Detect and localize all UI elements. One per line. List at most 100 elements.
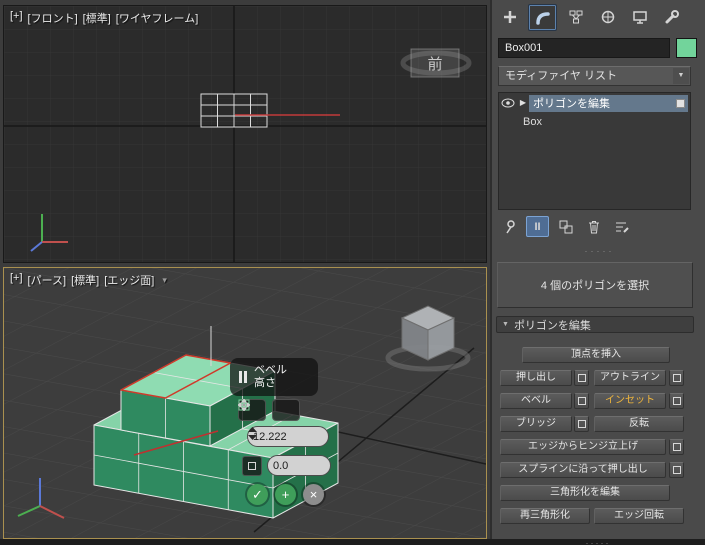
vp-menu-style[interactable]: [標準] (71, 272, 99, 288)
bottom-splitter-grip[interactable]: ····· (578, 538, 618, 545)
stack-expand-icon[interactable]: ▶ (517, 98, 529, 107)
caddy-apply-button[interactable]: + (275, 484, 296, 505)
hinge-settings-button[interactable] (669, 439, 684, 455)
rollout-collapse-icon[interactable]: ▼ (502, 321, 509, 328)
settings-box-icon (577, 374, 586, 382)
retriangulate-button[interactable]: 再三角形化 (500, 508, 590, 524)
tab-display[interactable] (626, 4, 653, 29)
tab-motion[interactable] (594, 4, 621, 29)
vp-menu-general[interactable]: [+] (10, 10, 23, 26)
visibility-eye-icon[interactable] (499, 96, 517, 110)
settings-box-icon (672, 466, 681, 474)
viewport-menu-flag-icon[interactable]: ▾ (162, 275, 167, 286)
object-name-field[interactable]: Box001 (498, 38, 670, 58)
caddy-actions: ✓ + × (247, 484, 324, 505)
settings-box-icon (672, 397, 681, 405)
extrude-spline-settings-button[interactable] (669, 462, 684, 478)
front-grid-lines (4, 6, 486, 262)
caddy-mode-buttons (238, 399, 300, 421)
outline-spinner[interactable]: 0.0 (267, 455, 331, 476)
modify-icon (535, 11, 550, 25)
inset-button[interactable]: インセット (594, 393, 666, 409)
settings-box-icon (577, 397, 586, 405)
rollout-edit-polygons[interactable]: ▼ ポリゴンを編集 (496, 316, 694, 333)
settings-box-icon (672, 443, 681, 451)
bevel-button[interactable]: ベベル (500, 393, 572, 409)
inset-settings-button[interactable] (669, 393, 684, 409)
panel-splitter-grip[interactable]: ····· (492, 246, 705, 256)
outline-button[interactable]: アウトライン (594, 370, 666, 386)
settings-box-icon (672, 374, 681, 382)
extrude-along-spline-button[interactable]: スプラインに沿って押し出し (500, 462, 666, 478)
modifier-toggle-square[interactable] (676, 98, 685, 108)
make-unique-button[interactable] (554, 216, 577, 237)
vp-menu-shading[interactable]: [エッジ面] (104, 272, 154, 288)
extrude-button[interactable]: 押し出し (500, 370, 572, 386)
bevel-caddy-title: ベベル 高さ (230, 358, 318, 396)
trash-icon (588, 220, 599, 233)
modifier-list-label: モディファイヤ リスト (505, 70, 617, 82)
make-unique-icon (559, 220, 572, 233)
caddy-param-name: 高さ (254, 377, 276, 389)
height-value[interactable]: 12.222 (253, 431, 287, 443)
configure-sets-icon (615, 222, 629, 233)
chevron-down-icon[interactable]: ▼ (673, 68, 689, 84)
caddy-cancel-button[interactable]: × (303, 484, 324, 505)
selection-status-panel: 4 個のポリゴンを選択 (497, 262, 693, 308)
bridge-button[interactable]: ブリッジ (500, 416, 572, 432)
configure-modifier-sets-button[interactable] (610, 216, 633, 237)
outline-value[interactable]: 0.0 (273, 460, 288, 472)
caddy-tool-name: ベベル (254, 364, 287, 376)
pin-icon (505, 219, 515, 233)
viewport-front[interactable]: 前 [+] [フロント] [標準] [ワイヤフレーム] (3, 5, 487, 263)
turn-edge-button[interactable]: エッジ回転 (594, 508, 684, 524)
stack-item-label[interactable]: ポリゴンを編集 (533, 95, 610, 111)
modifier-list-dropdown[interactable]: モディファイヤ リスト ▼ (498, 66, 691, 86)
flip-button[interactable]: 反転 (594, 416, 684, 432)
stack-item-label[interactable]: Box (523, 116, 542, 128)
extrude-settings-button[interactable] (574, 370, 589, 386)
insert-vertex-button[interactable]: 頂点を挿入 (522, 347, 670, 363)
command-panel: Box001 モディファイヤ リスト ▼ ▶ ポリゴンを編集 Box II ··… (490, 0, 705, 545)
outline-settings-button[interactable] (669, 370, 684, 386)
tab-create[interactable] (496, 4, 523, 29)
viewcube-front-label[interactable]: 前 (427, 56, 442, 73)
selection-status-text: 4 個のポリゴンを選択 (540, 280, 650, 292)
edit-triangulation-button[interactable]: 三角形化を編集 (500, 485, 670, 501)
vp-menu-style[interactable]: [標準] (83, 10, 111, 26)
vp-menu-general[interactable]: [+] (10, 272, 23, 288)
display-icon (632, 10, 647, 24)
stack-row-box[interactable]: Box (499, 112, 690, 131)
stack-row-edit-poly[interactable]: ▶ ポリゴンを編集 (499, 93, 690, 112)
caddy-move-button[interactable] (238, 399, 300, 421)
tab-utilities[interactable] (658, 4, 685, 29)
bevel-settings-button[interactable] (574, 393, 589, 409)
vp-menu-pov[interactable]: [パース] (28, 272, 67, 288)
persp-viewport-label: [+] [パース] [標準] [エッジ面] ▾ (10, 272, 167, 288)
tab-hierarchy[interactable] (562, 4, 589, 29)
pin-stack-button[interactable] (498, 216, 521, 237)
vp-menu-shading[interactable]: [ワイヤフレーム] (116, 10, 198, 26)
outline-spinner-row: 0.0 (242, 455, 331, 476)
bridge-settings-button[interactable] (574, 416, 589, 432)
tab-modify[interactable] (528, 4, 557, 31)
hinge-from-edge-button[interactable]: エッジからヒンジ立上げ (500, 439, 666, 455)
viewport-perspective[interactable]: [+] [パース] [標準] [エッジ面] ▾ ベベル 高さ 12.222 0.… (3, 267, 487, 539)
object-name-row: Box001 (498, 38, 698, 58)
rollout-title: ポリゴンを編集 (513, 319, 591, 332)
show-end-result-button[interactable]: II (526, 216, 549, 237)
motion-icon (601, 10, 614, 23)
front-viewport-label: [+] [フロント] [標準] [ワイヤフレーム] (10, 10, 198, 26)
viewcube-front[interactable]: 前 (400, 48, 472, 78)
hierarchy-icon (569, 10, 582, 23)
vp-menu-pov[interactable]: [フロント] (28, 10, 78, 26)
caddy-settings-icon[interactable] (242, 455, 262, 476)
3dsmax-window: 前 [+] [フロント] [標準] [ワイヤフレーム] [+] [パース] [標… (0, 0, 705, 545)
remove-modifier-button[interactable] (582, 216, 605, 237)
object-color-swatch[interactable] (676, 38, 697, 58)
caddy-ok-button[interactable]: ✓ (247, 484, 268, 505)
spinner-arrows-icon[interactable] (248, 427, 257, 440)
height-spinner[interactable]: 12.222 (247, 426, 329, 447)
front-viewport-canvas[interactable]: 前 (4, 6, 487, 263)
caddy-pin-icon[interactable] (239, 371, 247, 383)
